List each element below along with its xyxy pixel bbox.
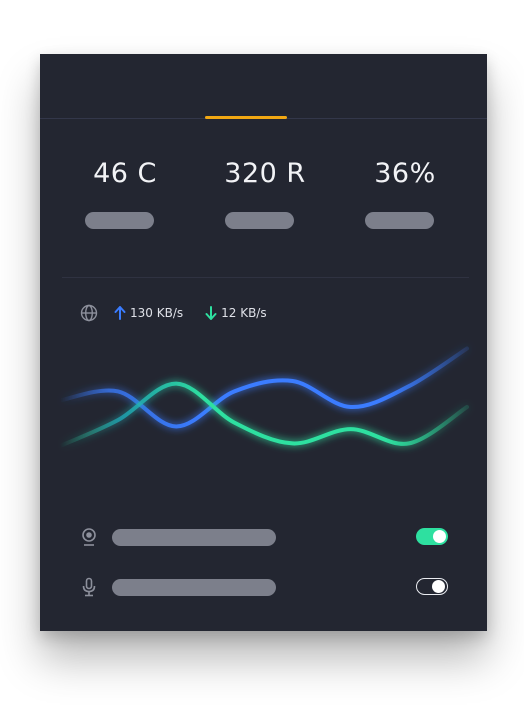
section-divider bbox=[62, 277, 469, 278]
network-stats: 130 KB/s 12 KB/s bbox=[80, 304, 267, 322]
globe-icon bbox=[80, 304, 98, 322]
stat-value: 320 R bbox=[224, 158, 306, 189]
arrow-down-icon bbox=[205, 306, 217, 320]
stat-label-placeholder bbox=[365, 212, 434, 229]
stat-label-placeholder bbox=[85, 212, 154, 229]
network-chart bbox=[58, 346, 469, 448]
arrow-up-icon bbox=[114, 306, 126, 320]
upload-rate: 130 KB/s bbox=[130, 306, 184, 320]
setting-label-placeholder bbox=[112, 529, 276, 546]
toggle-knob bbox=[432, 579, 445, 593]
microphone-icon bbox=[82, 577, 96, 597]
stat-value: 46 C bbox=[93, 158, 157, 189]
microphone-toggle[interactable] bbox=[416, 578, 448, 595]
stat-label-placeholder bbox=[225, 212, 294, 229]
series-line-upload bbox=[58, 346, 469, 429]
webcam-toggle[interactable] bbox=[416, 528, 448, 545]
microphone-setting-row bbox=[40, 575, 487, 599]
stat-usage: 36% bbox=[350, 154, 460, 229]
system-monitor-card: 46 C 320 R 36% 130 KB/s 12 KB/s bbox=[40, 54, 487, 631]
download-rate: 12 KB/s bbox=[221, 306, 267, 320]
webcam-setting-row bbox=[40, 525, 487, 549]
toggle-knob bbox=[433, 530, 446, 543]
setting-label-placeholder bbox=[112, 579, 276, 596]
active-tab-indicator bbox=[205, 116, 287, 119]
webcam-icon bbox=[82, 528, 96, 546]
stat-temperature: 46 C bbox=[70, 154, 180, 229]
stat-speed: 320 R bbox=[210, 154, 320, 229]
stat-value: 36% bbox=[374, 158, 436, 189]
